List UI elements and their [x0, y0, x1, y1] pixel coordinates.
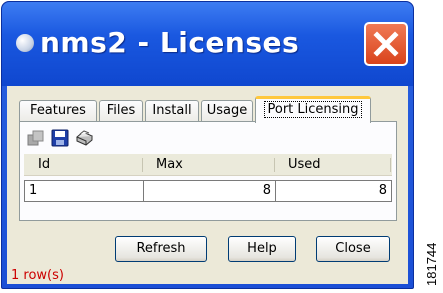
figure-id-label: 181744: [424, 242, 439, 286]
copy-icon[interactable]: [26, 128, 46, 148]
cell-used: 8: [276, 180, 392, 202]
port-licensing-panel: Id Max Used 1 8 8: [19, 121, 397, 221]
cell-max: 8: [144, 180, 276, 202]
table-row[interactable]: 1 8 8: [24, 180, 392, 202]
refresh-button[interactable]: Refresh: [115, 236, 207, 262]
close-button[interactable]: Close: [316, 236, 390, 262]
status-row-count: 1 row(s): [11, 268, 64, 283]
tab-usage[interactable]: Usage: [201, 100, 253, 122]
window-title: nms2 - Licenses: [40, 26, 300, 59]
column-separator[interactable]: [142, 158, 143, 172]
column-header-used[interactable]: Used: [288, 157, 321, 172]
save-icon[interactable]: [50, 128, 70, 148]
help-button[interactable]: Help: [228, 236, 296, 262]
title-bar[interactable]: nms2 - Licenses: [2, 2, 413, 86]
tab-label: Install: [152, 103, 192, 118]
tab-label: Features: [30, 103, 86, 118]
column-header-max[interactable]: Max: [156, 157, 183, 172]
toolbar: [26, 128, 94, 150]
print-icon[interactable]: [74, 128, 94, 148]
licenses-table: Id Max Used 1 8 8: [24, 154, 392, 202]
tab-label: Port Licensing: [264, 101, 362, 118]
tab-label: Files: [106, 103, 136, 118]
tab-port-licensing[interactable]: Port Licensing: [255, 96, 371, 123]
licenses-window: nms2 - Licenses Features Files Install U…: [1, 1, 414, 289]
dialog-body: Features Files Install Usage Port Licens…: [7, 86, 408, 284]
table-header: Id Max Used: [24, 154, 392, 176]
column-separator[interactable]: [274, 158, 275, 172]
column-separator[interactable]: [390, 158, 391, 172]
tab-install[interactable]: Install: [145, 100, 199, 122]
window-close-button[interactable]: [364, 22, 408, 66]
app-icon: [16, 34, 34, 52]
cell-id: 1: [24, 180, 144, 202]
tab-files[interactable]: Files: [99, 100, 143, 122]
close-icon: [373, 31, 399, 57]
tab-features[interactable]: Features: [19, 100, 97, 122]
tab-label: Usage: [206, 103, 248, 118]
column-header-id[interactable]: Id: [38, 157, 50, 172]
